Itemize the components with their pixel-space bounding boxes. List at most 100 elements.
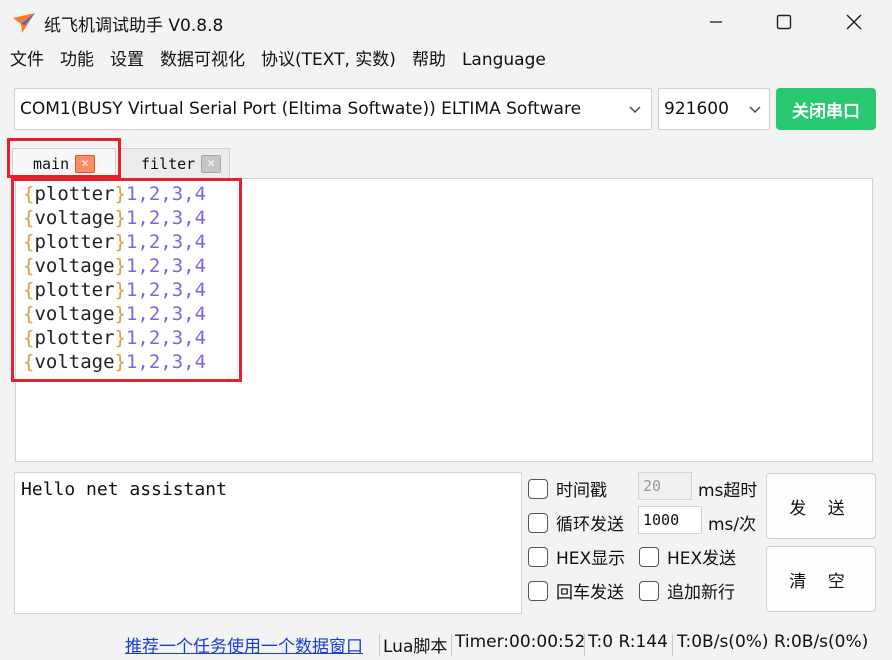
brace-close: } — [114, 327, 126, 349]
loop-interval-field[interactable]: 1000 — [638, 506, 702, 534]
crlf-send-label: 回车发送 — [556, 583, 624, 603]
menu-file[interactable]: 文件 — [0, 46, 44, 74]
tab-filter-close-icon[interactable]: ✕ — [201, 154, 222, 173]
log-values: 1,2,3,4 — [125, 351, 207, 373]
log-lines: {plotter}1,2,3,4 {voltage}1,2,3,4 {plott… — [23, 182, 206, 374]
brace-open: { — [23, 231, 35, 253]
menu-function[interactable]: 功能 — [50, 46, 94, 74]
brace-close: } — [114, 303, 126, 325]
brace-close: } — [114, 351, 126, 373]
log-values: 1,2,3,4 — [125, 207, 207, 229]
hex-display-checkbox[interactable] — [528, 546, 548, 567]
timestamp-option[interactable]: 时间戳 — [528, 476, 607, 501]
timestamp-label: 时间戳 — [556, 481, 607, 501]
maximize-button[interactable] — [752, 0, 816, 44]
title-bar: 纸飞机调试助手 V0.8.8 — [0, 0, 892, 44]
baud-rate-select[interactable]: 921600 — [658, 88, 770, 130]
crlf-send-checkbox[interactable] — [528, 580, 548, 601]
log-line: {plotter}1,2,3,4 — [23, 230, 206, 254]
timeout-field[interactable]: 20 — [638, 472, 692, 500]
receive-log[interactable]: {plotter}1,2,3,4 {voltage}1,2,3,4 {plott… — [15, 178, 873, 462]
brace-open: { — [23, 183, 35, 205]
brace-open: { — [23, 327, 35, 349]
menu-language[interactable]: Language — [452, 46, 546, 74]
log-line: {plotter}1,2,3,4 — [23, 326, 206, 350]
tx-rx-count: T:0 R:144 — [588, 632, 668, 652]
append-newline-option[interactable]: 追加新行 — [639, 578, 735, 603]
recommend-link[interactable]: 推荐一个任务使用一个数据窗口 — [125, 632, 363, 657]
log-values: 1,2,3,4 — [125, 231, 207, 253]
tab-main-close-icon[interactable]: ✕ — [75, 154, 96, 173]
log-line: {plotter}1,2,3,4 — [23, 278, 206, 302]
log-tag: plotter — [34, 279, 115, 301]
tab-filter[interactable]: filter ✕ — [120, 148, 230, 178]
window-title: 纸飞机调试助手 V0.8.8 — [44, 16, 224, 36]
log-tag: voltage — [34, 255, 115, 277]
timestamp-checkbox[interactable] — [528, 478, 548, 499]
status-bar: 推荐一个任务使用一个数据窗口 Lua脚本 Timer:00:00:52 T:0 … — [0, 628, 892, 660]
log-values: 1,2,3,4 — [125, 327, 207, 349]
clear-button[interactable]: 清 空 — [766, 546, 876, 612]
timeout-unit: ms超时 — [698, 481, 758, 501]
serial-port-select[interactable]: COM1(BUSY Virtual Serial Port (Eltima So… — [14, 88, 652, 130]
loop-send-option[interactable]: 循环发送 — [528, 510, 624, 535]
hex-send-label: HEX发送 — [667, 549, 737, 569]
close-window-button[interactable] — [822, 0, 886, 44]
log-values: 1,2,3,4 — [125, 279, 207, 301]
brace-open: { — [23, 351, 35, 373]
loop-send-label: 循环发送 — [556, 515, 624, 535]
maximize-icon — [776, 14, 792, 30]
log-tag: voltage — [34, 303, 115, 325]
brace-close: } — [114, 279, 126, 301]
menu-visualization[interactable]: 数据可视化 — [150, 46, 245, 74]
append-newline-checkbox[interactable] — [639, 580, 659, 601]
lua-script-button[interactable]: Lua脚本 — [383, 632, 447, 657]
brace-open: { — [23, 207, 35, 229]
close-port-button[interactable]: 关闭串口 — [776, 88, 876, 130]
menu-protocol[interactable]: 协议(TEXT, 实数) — [251, 46, 396, 74]
hex-send-option[interactable]: HEX发送 — [639, 544, 736, 569]
chevron-down-icon — [749, 106, 761, 113]
baud-rate-value: 921600 — [664, 99, 729, 119]
menu-bar: 文件 功能 设置 数据可视化 协议(TEXT, 实数) 帮助 Language — [0, 46, 552, 74]
minimize-button[interactable] — [684, 0, 748, 44]
brace-close: } — [114, 207, 126, 229]
log-line: {voltage}1,2,3,4 — [23, 206, 206, 230]
timer-readout: Timer:00:00:52 — [455, 632, 586, 652]
brace-close: } — [114, 183, 126, 205]
log-line: {plotter}1,2,3,4 — [23, 182, 206, 206]
hex-display-option[interactable]: HEX显示 — [528, 544, 625, 569]
paper-plane-icon — [13, 13, 35, 33]
tab-filter-label: filter — [141, 154, 196, 173]
hex-send-checkbox[interactable] — [639, 546, 659, 567]
tab-main-label: main — [33, 154, 70, 173]
log-values: 1,2,3,4 — [125, 255, 207, 277]
status-divider — [379, 634, 380, 656]
log-line: {voltage}1,2,3,4 — [23, 254, 206, 278]
brace-open: { — [23, 303, 35, 325]
chevron-down-icon — [629, 106, 641, 113]
log-line: {voltage}1,2,3,4 — [23, 350, 206, 374]
minimize-icon — [710, 21, 722, 23]
brace-open: { — [23, 279, 35, 301]
loop-send-checkbox[interactable] — [528, 512, 548, 533]
menu-settings[interactable]: 设置 — [100, 46, 144, 74]
log-values: 1,2,3,4 — [125, 183, 207, 205]
brace-close: } — [114, 231, 126, 253]
brace-close: } — [114, 255, 126, 277]
log-line: {voltage}1,2,3,4 — [23, 302, 206, 326]
tab-main[interactable]: main ✕ — [12, 148, 116, 178]
crlf-send-option[interactable]: 回车发送 — [528, 578, 624, 603]
send-text-input[interactable]: Hello net assistant — [14, 472, 522, 614]
log-tag: plotter — [34, 183, 115, 205]
hex-display-label: HEX显示 — [556, 549, 626, 569]
log-values: 1,2,3,4 — [125, 303, 207, 325]
log-tag: plotter — [34, 231, 115, 253]
log-tag: voltage — [34, 351, 115, 373]
log-tag: voltage — [34, 207, 115, 229]
status-divider — [451, 634, 452, 656]
send-button[interactable]: 发 送 — [766, 473, 876, 539]
menu-help[interactable]: 帮助 — [402, 46, 446, 74]
status-divider — [584, 634, 585, 656]
log-tag: plotter — [34, 327, 115, 349]
